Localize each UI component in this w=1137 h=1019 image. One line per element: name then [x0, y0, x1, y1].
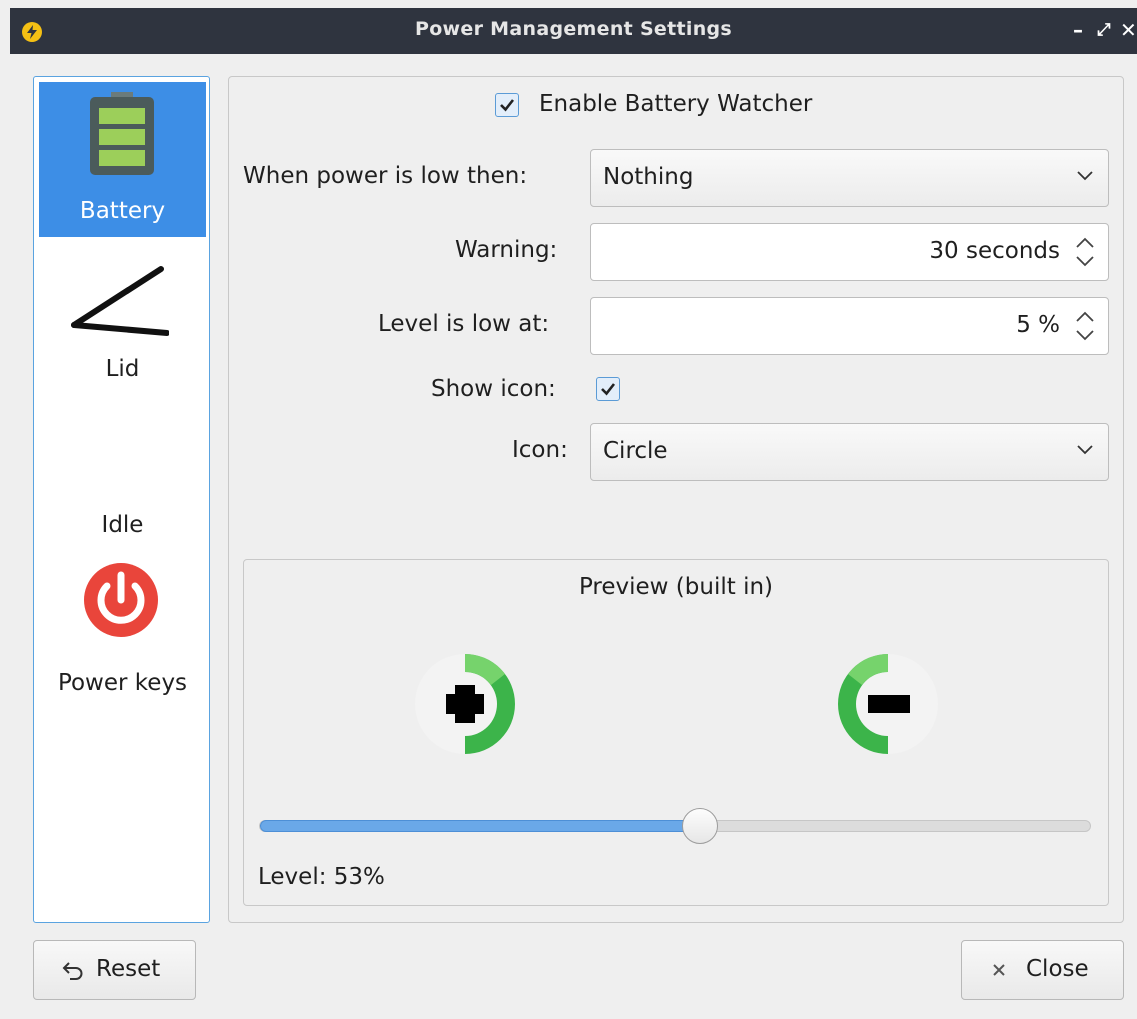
chevron-down-icon [1077, 445, 1093, 455]
show-icon-checkbox[interactable] [596, 377, 620, 401]
level-readout: Level: 53% [258, 864, 385, 890]
enable-battery-watcher-label: Enable Battery Watcher [539, 91, 813, 117]
close-icon [993, 964, 1005, 976]
reset-button-label: Reset [96, 956, 161, 982]
close-button[interactable]: Close [961, 940, 1124, 1000]
battery-icon [90, 92, 154, 175]
level-slider-handle[interactable] [682, 808, 718, 844]
close-button-label: Close [1026, 956, 1089, 982]
power-management-window: Power Management Settings – ⤢ ✕ Battery … [0, 0, 1137, 1019]
warning-value: 30 seconds [929, 238, 1060, 264]
reset-button[interactable]: Reset [33, 940, 196, 1000]
settings-category-list[interactable]: Battery Lid Idle Power keys [33, 76, 210, 923]
warning-label: Warning: [455, 237, 558, 263]
low-power-action-select[interactable]: Nothing [590, 149, 1109, 207]
sidebar-item-label: Battery [79, 198, 166, 224]
sidebar-item-battery[interactable]: Battery [39, 82, 206, 237]
sidebar-item-power-keys[interactable]: Power keys [39, 562, 206, 712]
maximize-button[interactable]: ⤢ [1097, 20, 1111, 40]
low-power-action-value: Nothing [603, 164, 694, 190]
show-icon-label: Show icon: [431, 376, 556, 402]
level-slider-track[interactable] [259, 820, 1091, 832]
chevron-down-icon [1077, 171, 1093, 181]
icon-style-label: Icon: [512, 437, 568, 463]
level-slider-fill [260, 820, 707, 832]
close-window-button[interactable]: ✕ [1120, 20, 1137, 40]
low-level-label: Level is low at: [378, 311, 550, 337]
spin-arrows-icon[interactable] [1074, 309, 1096, 343]
battery-charging-circle-icon [415, 654, 515, 754]
sidebar-item-label: Lid [105, 356, 140, 382]
low-level-spinbox[interactable]: 5 % [590, 297, 1109, 355]
icon-style-select[interactable]: Circle [590, 423, 1109, 481]
enable-battery-watcher-checkbox[interactable] [495, 93, 519, 117]
low-power-action-label: When power is low then: [243, 163, 528, 189]
sidebar-item-label: Power keys [57, 670, 188, 696]
sidebar-item-idle[interactable]: Idle [39, 407, 206, 557]
window-title: Power Management Settings [414, 18, 733, 40]
battery-discharging-circle-icon [838, 654, 938, 754]
title-bar[interactable]: Power Management Settings – ⤢ ✕ [10, 8, 1137, 54]
icon-style-value: Circle [603, 438, 668, 464]
spin-arrows-icon[interactable] [1074, 235, 1096, 269]
sidebar-item-lid[interactable]: Lid [39, 243, 206, 393]
preview-title: Preview (built in) [578, 574, 774, 600]
minimize-button[interactable]: – [1073, 20, 1083, 40]
sidebar-item-label: Idle [101, 512, 144, 538]
low-level-value: 5 % [1016, 312, 1060, 338]
warning-spinbox[interactable]: 30 seconds [590, 223, 1109, 281]
power-icon [84, 563, 158, 637]
preview-group: Preview (built in) [243, 559, 1109, 906]
lid-icon [71, 266, 169, 336]
undo-icon [62, 962, 83, 980]
